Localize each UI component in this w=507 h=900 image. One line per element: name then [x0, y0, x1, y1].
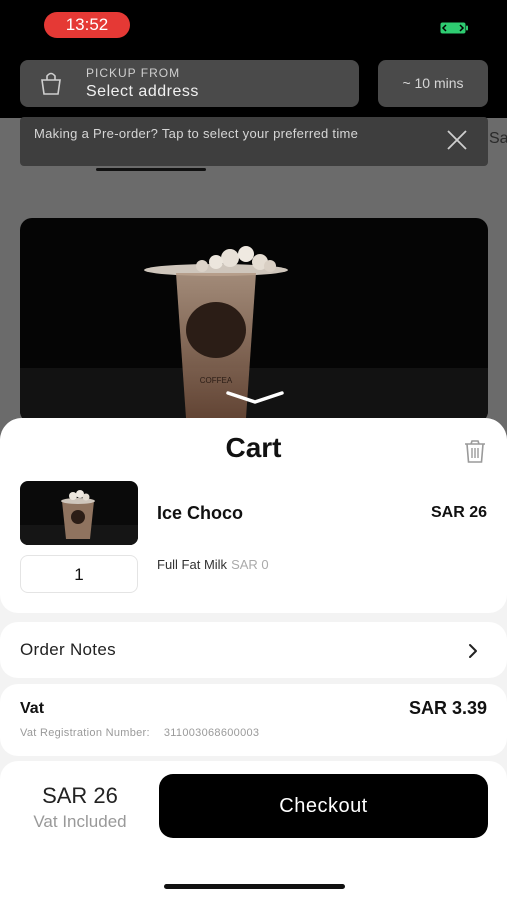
- bag-icon: [41, 72, 61, 95]
- cart-items-card: Cart 1 Ice Choco SAR 26 Full Fat Milk SAR…: [0, 418, 507, 613]
- item-price: SAR 26: [430, 504, 487, 521]
- chevron-right-icon: [469, 644, 477, 658]
- pickup-address-selector[interactable]: PICKUP FROM Select address: [20, 60, 359, 107]
- quantity-field[interactable]: 1: [20, 555, 138, 593]
- partial-category-label: Sa: [489, 130, 507, 147]
- item-modifier-name: Full Fat Milk: [157, 557, 228, 572]
- vat-included-note: Vat Included: [33, 812, 127, 831]
- item-thumbnail-photo: [20, 490, 138, 545]
- order-notes-row[interactable]: Order Notes: [0, 622, 507, 678]
- item-modifier: Full Fat Milk SAR 0: [157, 557, 269, 572]
- eta-button[interactable]: ~ 10 mins: [378, 60, 488, 107]
- vat-registration-label: Vat Registration Number:: [20, 727, 150, 739]
- preorder-banner[interactable]: Making a Pre-order? Tap to select your p…: [20, 117, 488, 166]
- order-notes-label: Order Notes: [20, 640, 116, 659]
- preorder-banner-text: Making a Pre-order? Tap to select your p…: [34, 126, 359, 141]
- status-time: 13:52: [44, 12, 130, 38]
- vat-value: SAR 3.39: [408, 698, 487, 718]
- cart-sheet: Cart 1 Ice Choco SAR 26 Full Fat Milk SAR…: [0, 418, 507, 900]
- close-icon[interactable]: [444, 127, 470, 153]
- vat-registration-number: 311003068600003: [163, 727, 260, 739]
- cup-brand-text: COFFEA: [200, 376, 233, 385]
- vat-label: Vat: [20, 700, 45, 717]
- checkout-button[interactable]: Checkout: [159, 774, 488, 838]
- tab-indicator: [96, 168, 206, 171]
- vat-card: Vat SAR 3.39 Vat Registration Number: 311…: [0, 684, 507, 756]
- item-thumbnail: [20, 481, 138, 545]
- vat-registration: Vat Registration Number: 311003068600003: [20, 727, 259, 739]
- checkout-bar: SAR 26 Vat Included Checkout: [0, 761, 507, 900]
- trash-icon[interactable]: [462, 438, 488, 464]
- total-amount: SAR 26: [42, 783, 118, 808]
- item-name: Ice Choco: [157, 503, 244, 523]
- home-indicator: [164, 884, 345, 889]
- chevron-down-icon[interactable]: [226, 389, 284, 405]
- battery-icon: [440, 22, 468, 34]
- cart-title: Cart: [225, 432, 282, 463]
- pickup-label: PICKUP FROM: [86, 66, 181, 80]
- item-modifier-price: SAR 0: [231, 557, 269, 572]
- pickup-address-value: Select address: [86, 83, 199, 100]
